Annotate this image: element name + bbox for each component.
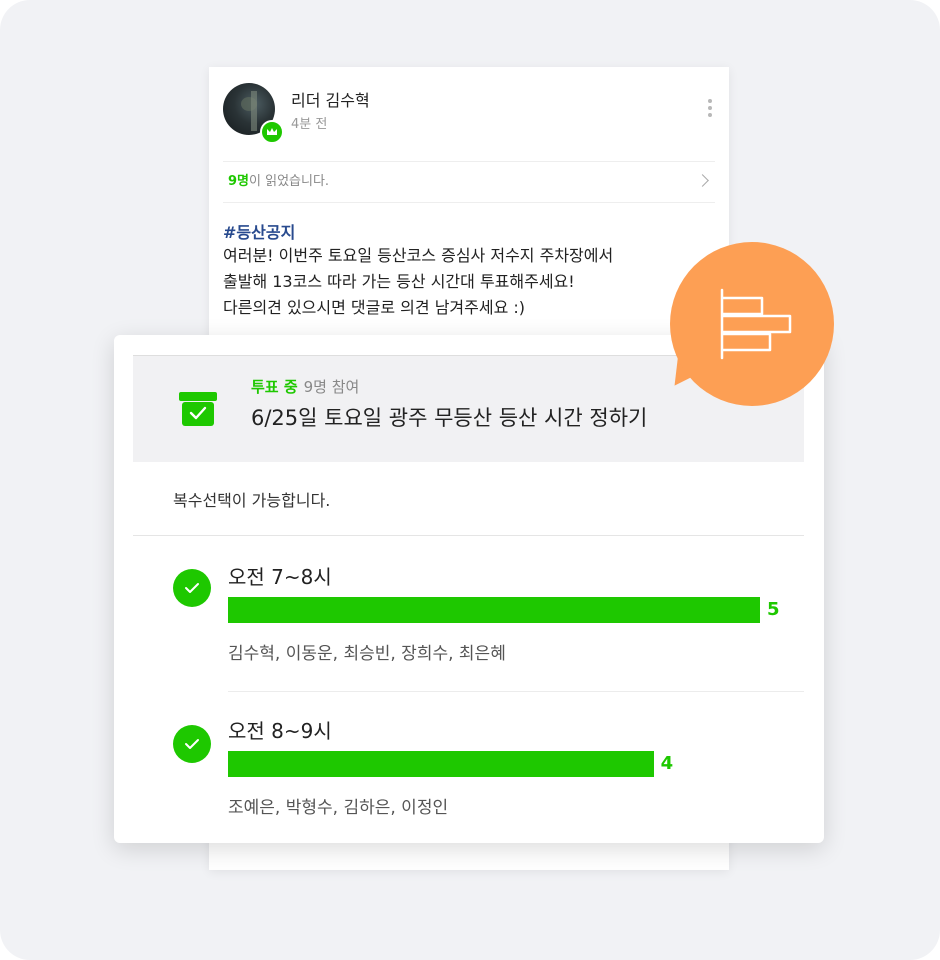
ballot-box-icon [179, 392, 217, 426]
voter-names[interactable]: 조예은, 박형수, 김하은, 이정인 [228, 793, 448, 818]
bar-chart-bubble [670, 242, 834, 406]
vote-bar [228, 751, 654, 777]
more-vertical-icon[interactable] [707, 99, 713, 119]
vote-bar [228, 597, 760, 623]
vote-count: 5 [767, 599, 780, 620]
post-body-line: 출발해 13코스 따라 가는 등산 시간대 투표해주세요! [223, 272, 575, 291]
read-receipt-row[interactable]: 9명이 읽었습니다. [223, 161, 715, 203]
crown-icon [260, 120, 284, 144]
background-canvas: 리더 김수혁 4분 전 9명이 읽었습니다. #등산공지 여러분! 이번주 토요… [0, 0, 940, 960]
multi-select-note: 복수선택이 가능합니다. [173, 491, 331, 510]
read-count: 9명 [228, 174, 250, 189]
vote-participants: 9명 참여 [303, 378, 360, 396]
option-label: 오전 7~8시 [228, 565, 332, 589]
read-suffix: 이 읽었습니다. [249, 174, 330, 189]
check-circle-icon[interactable] [173, 725, 211, 763]
post-body-line: 여러분! 이번주 토요일 등산코스 증심사 저수지 주차장에서 [223, 246, 614, 265]
vote-count: 4 [660, 753, 674, 774]
vote-card: 투표 중 9명 참여 6/25일 토요일 광주 무등산 등산 시간 정하기 복수선… [114, 335, 824, 843]
voter-names[interactable]: 김수혁, 이동운, 최승빈, 장희수, 최은혜 [228, 639, 506, 664]
option-label: 오전 8~9시 [228, 719, 332, 743]
post-body-line: 다른의견 있으시면 댓글로 의견 남겨주세요 :) [223, 298, 526, 317]
vote-status: 투표 중 9명 참여 [251, 376, 359, 397]
hashtag[interactable]: #등산공지 [223, 219, 295, 243]
divider [133, 535, 804, 536]
divider [228, 691, 804, 692]
chevron-right-icon [696, 174, 709, 187]
post-body: 여러분! 이번주 토요일 등산코스 증심사 저수지 주차장에서 출발해 13코스… [223, 243, 613, 321]
bar-chart-icon [720, 288, 792, 360]
vote-status-label: 투표 중 [251, 378, 298, 396]
vote-title: 6/25일 토요일 광주 무등산 등산 시간 정하기 [251, 406, 648, 430]
post-time: 4분 전 [291, 117, 328, 132]
author-name[interactable]: 리더 김수혁 [291, 87, 370, 111]
check-circle-icon[interactable] [173, 569, 211, 607]
